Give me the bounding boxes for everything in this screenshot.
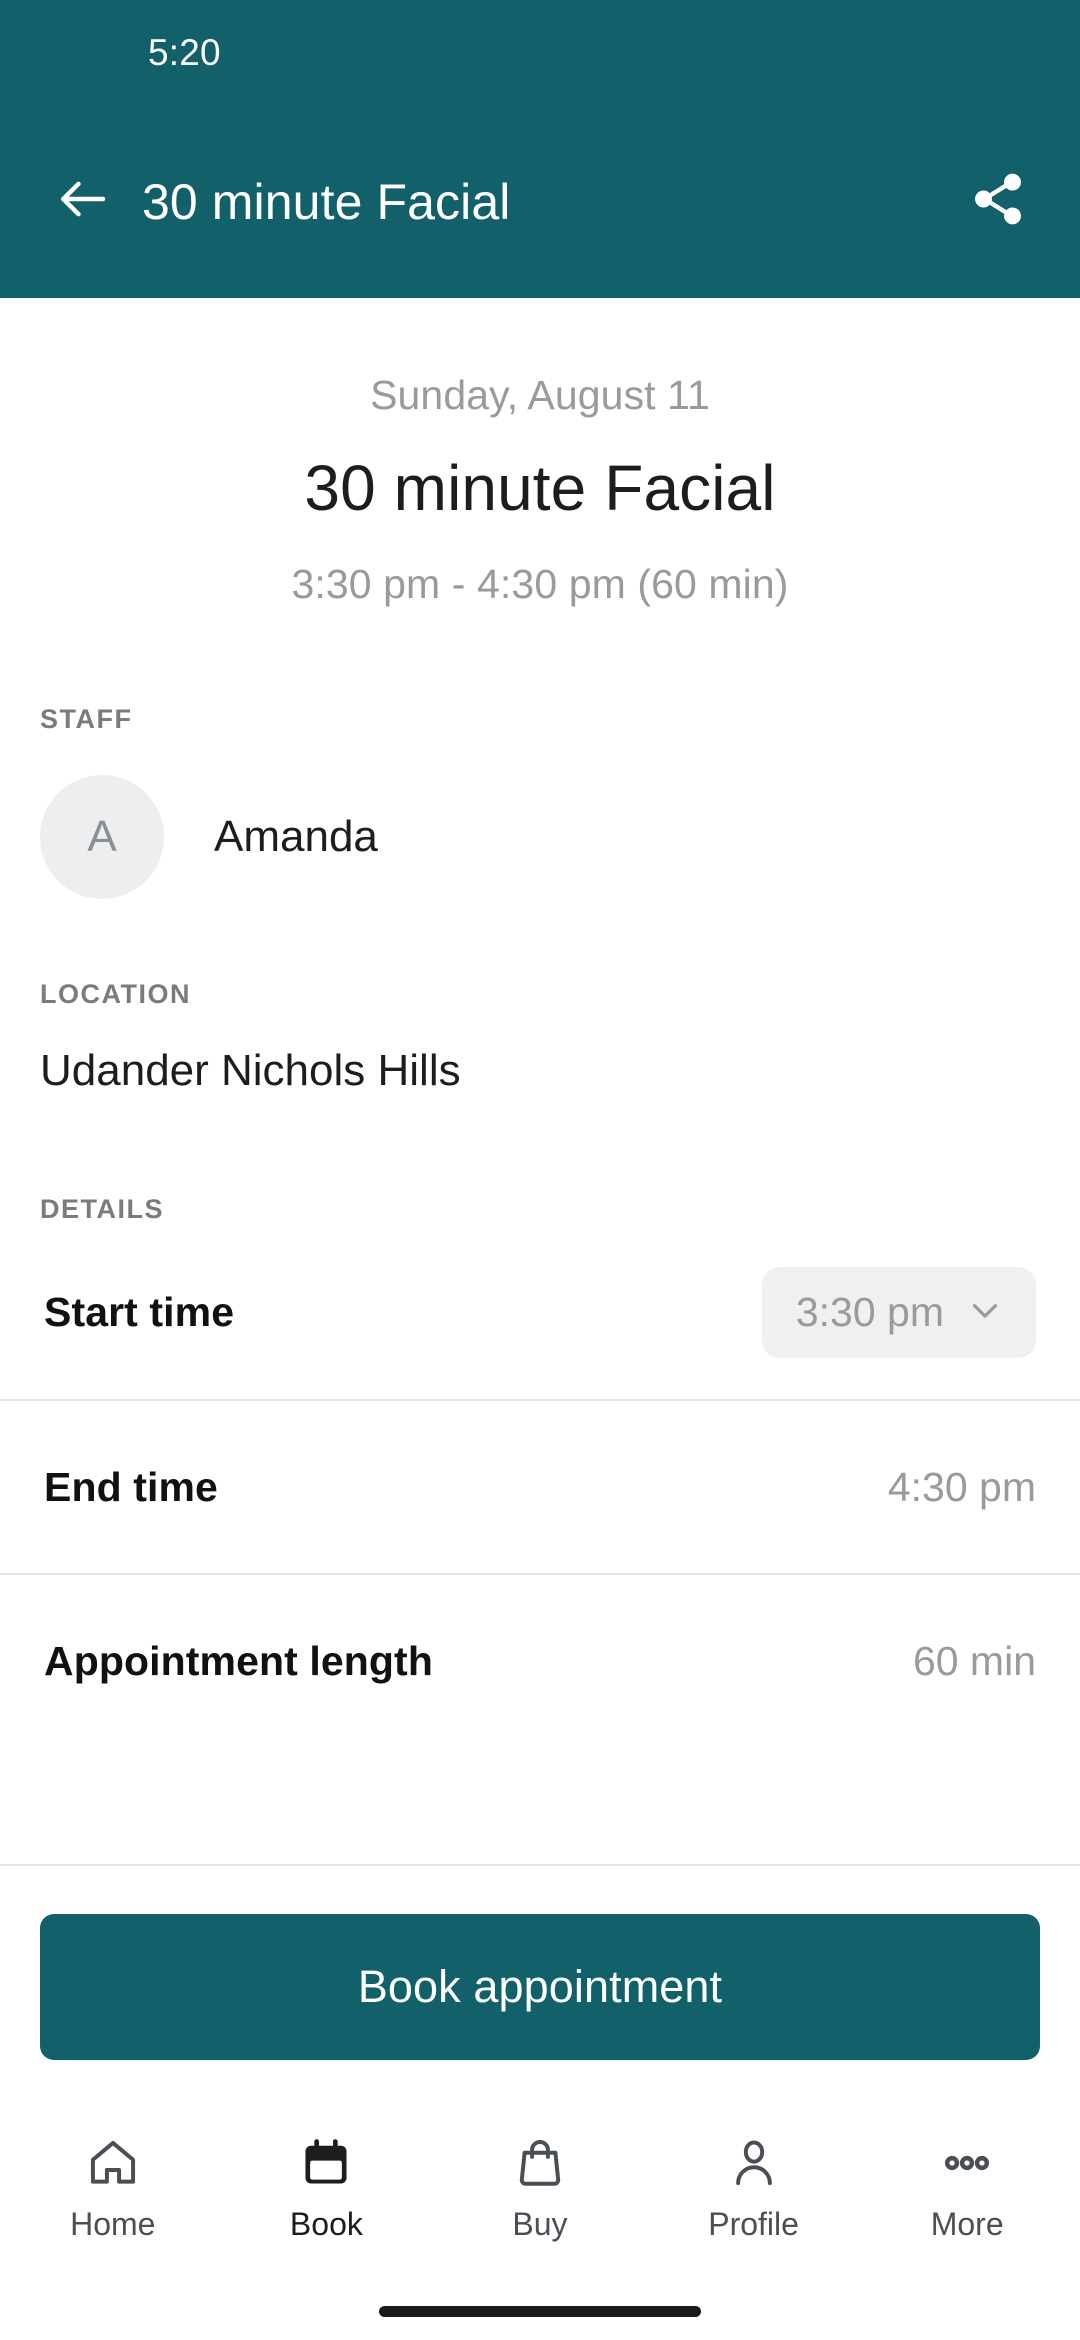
location-section-label: LOCATION (40, 979, 191, 1009)
staff-name: Amanda (214, 812, 378, 861)
book-appointment-button[interactable]: Book appointment (40, 1914, 1040, 2060)
avatar: A (40, 775, 164, 899)
bottom-navigation-bar: Home Book Buy Profile More (0, 2104, 1080, 2282)
start-time-dropdown[interactable]: 3:30 pm (761, 1266, 1036, 1358)
home-indicator-area (0, 2282, 1080, 2340)
nav-item-home[interactable]: Home (6, 2104, 220, 2282)
start-time-value: 3:30 pm (795, 1288, 944, 1335)
nav-label: Book (289, 2206, 363, 2242)
app-bar: 30 minute Facial (0, 105, 1080, 298)
calendar-icon (298, 2132, 354, 2194)
appointment-service-title: 30 minute Facial (304, 452, 776, 524)
detail-key: Start time (44, 1288, 235, 1335)
shopping-bag-icon (512, 2132, 568, 2194)
avatar-initial: A (87, 812, 117, 861)
arrow-left-icon (54, 171, 110, 232)
detail-key: Appointment length (44, 1637, 433, 1684)
home-indicator[interactable] (379, 2305, 701, 2317)
nav-label: Buy (512, 2206, 568, 2242)
appointment-details-content: Sunday, August 11 30 minute Facial 3:30 … (0, 298, 1080, 1864)
cta-zone: Book appointment (0, 1864, 1080, 2104)
nav-label: Home (70, 2206, 156, 2242)
chevron-down-icon (964, 1289, 1006, 1336)
appointment-time-range: 3:30 pm - 4:30 pm (60 min) (291, 561, 789, 607)
location-value: Udander Nichols Hills (40, 1046, 461, 1095)
nav-item-more[interactable]: More (860, 2104, 1074, 2282)
nav-item-buy[interactable]: Buy (433, 2104, 647, 2282)
detail-row-appointment-length: Appointment length 60 min (0, 1573, 1080, 1747)
ellipsis-icon (939, 2132, 995, 2194)
app-screen: 5:20 30 minute Facial Sunday, August 11 … (0, 0, 1080, 2340)
staff-row[interactable]: A Amanda (0, 775, 1080, 899)
details-section-label: DETAILS (40, 1194, 164, 1224)
detail-row-end-time: End time 4:30 pm (0, 1399, 1080, 1573)
appointment-date: Sunday, August 11 (370, 372, 710, 418)
nav-item-profile[interactable]: Profile (647, 2104, 861, 2282)
page-title: 30 minute Facial (142, 173, 511, 230)
person-icon (726, 2132, 782, 2194)
back-button[interactable] (46, 166, 118, 238)
appointment-length-value: 60 min (912, 1637, 1036, 1684)
status-bar-clock: 5:20 (148, 31, 221, 73)
hero-block: Sunday, August 11 30 minute Facial 3:30 … (0, 298, 1080, 608)
nav-label: Profile (708, 2206, 799, 2242)
home-icon (85, 2132, 141, 2194)
end-time-value: 4:30 pm (887, 1463, 1036, 1510)
nav-item-book[interactable]: Book (220, 2104, 434, 2282)
nav-label: More (930, 2206, 1004, 2242)
detail-key: End time (44, 1463, 218, 1510)
status-bar: 5:20 (0, 0, 1080, 105)
staff-section-label: STAFF (40, 704, 133, 734)
top-bar: 5:20 30 minute Facial (0, 0, 1080, 298)
share-icon (969, 170, 1027, 233)
detail-row-start-time: Start time 3:30 pm (0, 1225, 1080, 1399)
share-button[interactable] (960, 164, 1036, 240)
